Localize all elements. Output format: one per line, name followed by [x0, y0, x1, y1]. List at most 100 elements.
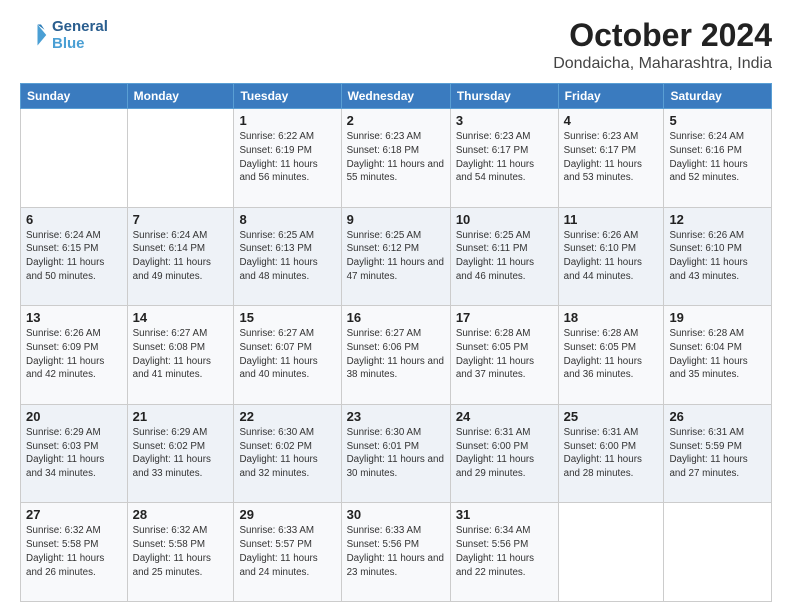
logo: General Blue	[20, 18, 108, 53]
day-info: Sunrise: 6:28 AM Sunset: 6:05 PM Dayligh…	[456, 327, 553, 382]
calendar-header-tuesday: Tuesday	[234, 84, 341, 109]
calendar-week-4: 20Sunrise: 6:29 AM Sunset: 6:03 PM Dayli…	[21, 404, 772, 503]
day-number: 27	[26, 507, 122, 522]
day-info: Sunrise: 6:28 AM Sunset: 6:05 PM Dayligh…	[564, 327, 659, 382]
calendar-cell: 10 Sunrise: 6:25 AM Sunset: 6:11 PM Dayli…	[450, 207, 558, 306]
day-info: Sunrise: 6:24 AM Sunset: 6:15 PM Dayligh…	[26, 229, 122, 284]
calendar-cell	[558, 503, 664, 602]
day-info: Sunrise: 6:32 AM Sunset: 5:58 PM Dayligh…	[26, 524, 122, 579]
title-block: October 2024 Dondaicha, Maharashtra, Ind…	[553, 18, 772, 73]
day-number: 29	[239, 507, 335, 522]
calendar-cell: 6 Sunrise: 6:24 AM Sunset: 6:15 PM Daylig…	[21, 207, 128, 306]
day-number: 21	[133, 409, 229, 424]
day-info: Sunrise: 6:28 AM Sunset: 6:04 PM Dayligh…	[669, 327, 766, 382]
day-info: Sunrise: 6:23 AM Sunset: 6:17 PM Dayligh…	[564, 130, 659, 185]
day-number: 25	[564, 409, 659, 424]
calendar-cell: 12 Sunrise: 6:26 AM Sunset: 6:10 PM Dayli…	[664, 207, 772, 306]
day-number: 1	[239, 113, 335, 128]
day-info: Sunrise: 6:32 AM Sunset: 5:58 PM Dayligh…	[133, 524, 229, 579]
day-number: 6	[26, 212, 122, 227]
calendar-cell: 15 Sunrise: 6:27 AM Sunset: 6:07 PM Dayli…	[234, 306, 341, 405]
calendar-cell: 1 Sunrise: 6:22 AM Sunset: 6:19 PM Daylig…	[234, 109, 341, 208]
day-info: Sunrise: 6:27 AM Sunset: 6:08 PM Dayligh…	[133, 327, 229, 382]
day-number: 2	[347, 113, 445, 128]
day-number: 5	[669, 113, 766, 128]
day-info: Sunrise: 6:23 AM Sunset: 6:18 PM Dayligh…	[347, 130, 445, 185]
day-info: Sunrise: 6:27 AM Sunset: 6:06 PM Dayligh…	[347, 327, 445, 382]
calendar-cell: 2 Sunrise: 6:23 AM Sunset: 6:18 PM Daylig…	[341, 109, 450, 208]
day-number: 31	[456, 507, 553, 522]
day-info: Sunrise: 6:26 AM Sunset: 6:09 PM Dayligh…	[26, 327, 122, 382]
day-info: Sunrise: 6:29 AM Sunset: 6:02 PM Dayligh…	[133, 426, 229, 481]
logo-text: General Blue	[52, 18, 108, 53]
day-info: Sunrise: 6:30 AM Sunset: 6:02 PM Dayligh…	[239, 426, 335, 481]
day-number: 4	[564, 113, 659, 128]
calendar-header-friday: Friday	[558, 84, 664, 109]
calendar-cell: 4 Sunrise: 6:23 AM Sunset: 6:17 PM Daylig…	[558, 109, 664, 208]
day-number: 11	[564, 212, 659, 227]
day-info: Sunrise: 6:26 AM Sunset: 6:10 PM Dayligh…	[669, 229, 766, 284]
day-number: 15	[239, 310, 335, 325]
day-info: Sunrise: 6:25 AM Sunset: 6:12 PM Dayligh…	[347, 229, 445, 284]
day-info: Sunrise: 6:34 AM Sunset: 5:56 PM Dayligh…	[456, 524, 553, 579]
day-number: 23	[347, 409, 445, 424]
calendar-header-sunday: Sunday	[21, 84, 128, 109]
subtitle: Dondaicha, Maharashtra, India	[553, 55, 772, 73]
header: General Blue October 2024 Dondaicha, Mah…	[20, 18, 772, 73]
calendar-cell: 7Sunrise: 6:24 AM Sunset: 6:14 PM Daylig…	[127, 207, 234, 306]
day-number: 17	[456, 310, 553, 325]
calendar-cell: 19Sunrise: 6:28 AM Sunset: 6:04 PM Dayli…	[664, 306, 772, 405]
calendar-cell: 26 Sunrise: 6:31 AM Sunset: 5:59 PM Dayli…	[664, 404, 772, 503]
calendar-header-thursday: Thursday	[450, 84, 558, 109]
calendar-header-wednesday: Wednesday	[341, 84, 450, 109]
day-info: Sunrise: 6:26 AM Sunset: 6:10 PM Dayligh…	[564, 229, 659, 284]
day-number: 30	[347, 507, 445, 522]
calendar-week-1: 1 Sunrise: 6:22 AM Sunset: 6:19 PM Daylig…	[21, 109, 772, 208]
main-title: October 2024	[553, 18, 772, 53]
calendar-cell: 3Sunrise: 6:23 AM Sunset: 6:17 PM Daylig…	[450, 109, 558, 208]
day-info: Sunrise: 6:25 AM Sunset: 6:11 PM Dayligh…	[456, 229, 553, 284]
day-info: Sunrise: 6:23 AM Sunset: 6:17 PM Dayligh…	[456, 130, 553, 185]
calendar-cell: 31 Sunrise: 6:34 AM Sunset: 5:56 PM Dayli…	[450, 503, 558, 602]
calendar-cell: 30Sunrise: 6:33 AM Sunset: 5:56 PM Dayli…	[341, 503, 450, 602]
calendar-week-5: 27 Sunrise: 6:32 AM Sunset: 5:58 PM Dayli…	[21, 503, 772, 602]
day-info: Sunrise: 6:33 AM Sunset: 5:57 PM Dayligh…	[239, 524, 335, 579]
calendar-cell: 16 Sunrise: 6:27 AM Sunset: 6:06 PM Dayli…	[341, 306, 450, 405]
calendar: SundayMondayTuesdayWednesdayThursdayFrid…	[20, 83, 772, 602]
day-number: 26	[669, 409, 766, 424]
calendar-cell: 17 Sunrise: 6:28 AM Sunset: 6:05 PM Dayli…	[450, 306, 558, 405]
day-number: 28	[133, 507, 229, 522]
day-info: Sunrise: 6:27 AM Sunset: 6:07 PM Dayligh…	[239, 327, 335, 382]
day-number: 10	[456, 212, 553, 227]
day-number: 18	[564, 310, 659, 325]
day-info: Sunrise: 6:31 AM Sunset: 5:59 PM Dayligh…	[669, 426, 766, 481]
day-number: 16	[347, 310, 445, 325]
calendar-cell: 18 Sunrise: 6:28 AM Sunset: 6:05 PM Dayli…	[558, 306, 664, 405]
calendar-cell: 21 Sunrise: 6:29 AM Sunset: 6:02 PM Dayli…	[127, 404, 234, 503]
calendar-header-row: SundayMondayTuesdayWednesdayThursdayFrid…	[21, 84, 772, 109]
day-info: Sunrise: 6:30 AM Sunset: 6:01 PM Dayligh…	[347, 426, 445, 481]
logo-icon	[20, 21, 48, 49]
day-info: Sunrise: 6:24 AM Sunset: 6:16 PM Dayligh…	[669, 130, 766, 185]
calendar-cell: 20Sunrise: 6:29 AM Sunset: 6:03 PM Dayli…	[21, 404, 128, 503]
calendar-cell: 22 Sunrise: 6:30 AM Sunset: 6:02 PM Dayli…	[234, 404, 341, 503]
calendar-week-3: 13Sunrise: 6:26 AM Sunset: 6:09 PM Dayli…	[21, 306, 772, 405]
calendar-cell: 11 Sunrise: 6:26 AM Sunset: 6:10 PM Dayli…	[558, 207, 664, 306]
day-number: 12	[669, 212, 766, 227]
calendar-cell: 5 Sunrise: 6:24 AM Sunset: 6:16 PM Daylig…	[664, 109, 772, 208]
calendar-cell	[127, 109, 234, 208]
day-number: 8	[239, 212, 335, 227]
calendar-cell: 28 Sunrise: 6:32 AM Sunset: 5:58 PM Dayli…	[127, 503, 234, 602]
day-info: Sunrise: 6:31 AM Sunset: 6:00 PM Dayligh…	[564, 426, 659, 481]
calendar-cell: 8Sunrise: 6:25 AM Sunset: 6:13 PM Daylig…	[234, 207, 341, 306]
day-info: Sunrise: 6:29 AM Sunset: 6:03 PM Dayligh…	[26, 426, 122, 481]
calendar-cell: 25 Sunrise: 6:31 AM Sunset: 6:00 PM Dayli…	[558, 404, 664, 503]
day-number: 22	[239, 409, 335, 424]
day-info: Sunrise: 6:31 AM Sunset: 6:00 PM Dayligh…	[456, 426, 553, 481]
day-number: 7	[133, 212, 229, 227]
calendar-cell: 23 Sunrise: 6:30 AM Sunset: 6:01 PM Dayli…	[341, 404, 450, 503]
day-info: Sunrise: 6:22 AM Sunset: 6:19 PM Dayligh…	[239, 130, 335, 185]
page: General Blue October 2024 Dondaicha, Mah…	[0, 0, 792, 612]
calendar-cell: 29 Sunrise: 6:33 AM Sunset: 5:57 PM Dayli…	[234, 503, 341, 602]
calendar-cell: 13Sunrise: 6:26 AM Sunset: 6:09 PM Dayli…	[21, 306, 128, 405]
